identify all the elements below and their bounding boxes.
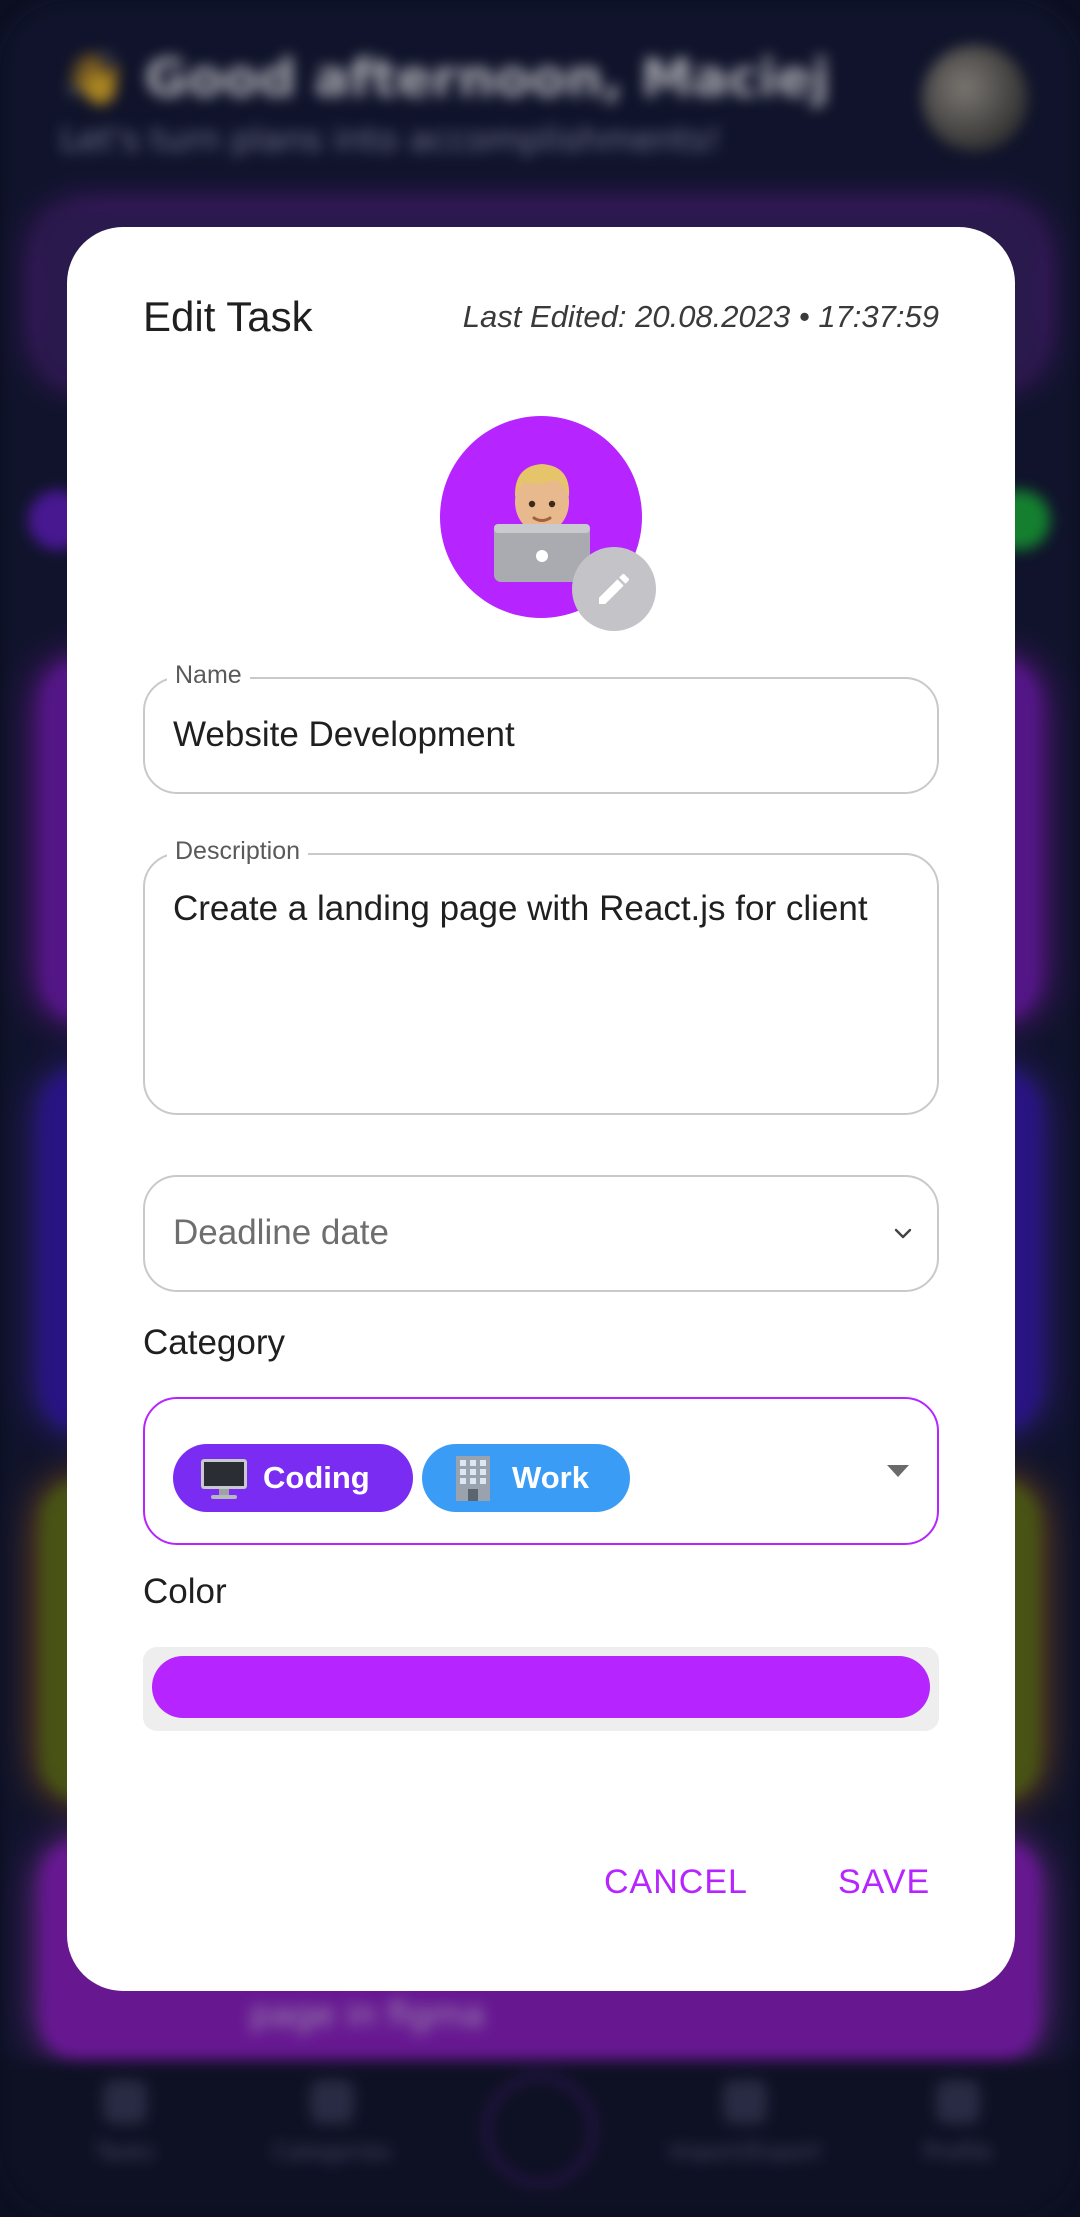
edit-task-dialog: Edit Task Last Edited: 20.08.2023 • 17:3… [67, 227, 1015, 1991]
category-chip-coding[interactable]: Coding [173, 1444, 413, 1512]
dropdown-arrow-icon[interactable] [887, 1465, 909, 1477]
save-button[interactable]: SAVE [838, 1863, 930, 1902]
description-input[interactable]: Create a landing page with React.js for … [173, 885, 913, 933]
category-chip-work[interactable]: Work [422, 1444, 630, 1512]
dialog-title: Edit Task [143, 293, 313, 340]
last-edited-timestamp: Last Edited: 20.08.2023 • 17:37:59 [462, 299, 939, 334]
cancel-button[interactable]: CANCEL [604, 1863, 748, 1902]
category-chip-label: Coding [263, 1460, 370, 1495]
name-field-label: Name [167, 661, 250, 690]
edit-avatar-button[interactable] [572, 547, 656, 631]
chevron-down-icon [894, 1228, 912, 1239]
pencil-icon [599, 573, 630, 604]
color-swatch[interactable] [152, 1656, 930, 1718]
category-chip-label: Work [512, 1460, 589, 1495]
color-label: Color [143, 1572, 227, 1611]
computer-emoji-icon [201, 1459, 247, 1499]
office-building-emoji-icon [456, 1456, 490, 1501]
deadline-date-placeholder[interactable]: Deadline date [173, 1209, 389, 1257]
description-field-label: Description [167, 837, 309, 866]
deadline-date-field[interactable]: Deadline date [143, 1175, 939, 1292]
description-field[interactable]: Description Create a landing page with R… [143, 837, 939, 1115]
name-field[interactable]: Name Website Development [143, 661, 939, 794]
category-select[interactable]: Coding Work [143, 1397, 939, 1545]
technologist-emoji-icon [494, 464, 590, 582]
color-picker[interactable] [143, 1647, 939, 1731]
category-label: Category [143, 1323, 286, 1362]
name-input[interactable]: Website Development [173, 711, 515, 759]
